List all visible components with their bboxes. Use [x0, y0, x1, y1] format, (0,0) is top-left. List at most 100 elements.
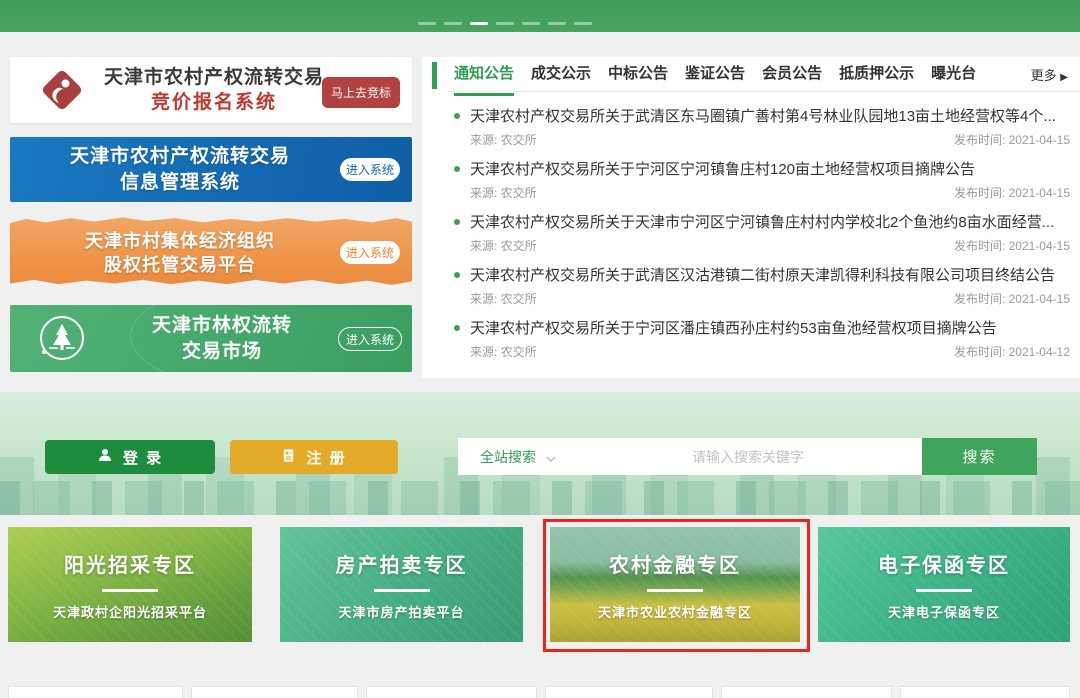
register-label: 注 册 [306, 447, 346, 468]
news-source: 来源: 农交所 [470, 343, 537, 359]
carousel-dash-3[interactable] [470, 22, 488, 25]
news-item-2: 天津农村产权交易所关于宁河区宁河镇鲁庄村120亩土地经营权项目摘牌公告来源: 农… [454, 158, 1070, 200]
news-date: 发布时间: 2021-04-15 [954, 237, 1070, 253]
news-title-link[interactable]: 天津农村产权交易所关于武清区汉沽港镇二街村原天津凯得利科技有限公司项目终结公告 [454, 264, 1070, 285]
news-date: 发布时间: 2021-04-15 [954, 184, 1070, 200]
bottom-card-placeholder[interactable] [366, 686, 537, 698]
news-meta: 来源: 农交所 发布时间: 2021-04-15 [470, 237, 1070, 253]
carousel-dash-1[interactable] [418, 22, 436, 25]
news-meta: 来源: 农交所 发布时间: 2021-04-15 [470, 290, 1070, 306]
tabs-divider [448, 91, 1080, 92]
forest-market-banner[interactable]: 天津市林权流转 交易市场 进入系统 [10, 305, 412, 372]
zone-divider [374, 589, 430, 592]
news-title: 天津农村产权交易所关于武清区东马圈镇广善村第4号林业队园地13亩土地经营权等4个… [470, 105, 1056, 126]
register-button[interactable]: 注 册 [230, 440, 398, 474]
news-title-link[interactable]: 天津农村产权交易所关于宁河区潘庄镇西孙庄村约53亩鱼池经营权项目摘牌公告 [454, 317, 1070, 338]
news-title: 天津农村产权交易所关于天津市宁河区宁河镇鲁庄村村内学校北2个鱼池约8亩水面经营.… [470, 211, 1054, 232]
carousel-dash-4[interactable] [496, 22, 514, 25]
zone-title: 房产拍卖专区 [336, 549, 468, 578]
news-title: 天津农村产权交易所关于宁河区潘庄镇西孙庄村约53亩鱼池经营权项目摘牌公告 [470, 317, 997, 338]
bottom-card-placeholder[interactable] [545, 686, 713, 698]
search-button[interactable]: 搜索 [922, 438, 1037, 475]
news-meta: 来源: 农交所 发布时间: 2021-04-12 [470, 343, 1070, 359]
zone-title: 电子保函专区 [878, 549, 1010, 578]
skyline-front [0, 481, 1080, 515]
bid-system-title: 天津市农村产权流转交易 [98, 65, 330, 90]
bid-system-subtitle: 竞价报名系统 [98, 90, 330, 115]
zone-divider [916, 589, 972, 592]
login-label: 登 录 [123, 447, 163, 468]
go-bid-button[interactable]: 马上去竞标 [322, 77, 400, 108]
news-source: 来源: 农交所 [470, 290, 537, 306]
forest-enter-button[interactable]: 进入系统 [338, 327, 402, 351]
bottom-card-placeholder[interactable] [900, 686, 1070, 698]
news-source: 来源: 农交所 [470, 237, 537, 253]
equity-line2: 股权托管交易平台 [10, 253, 350, 277]
news-date: 发布时间: 2021-04-12 [954, 343, 1070, 359]
zone-card-3[interactable]: 农村金融专区天津市农业农村金融专区 [550, 527, 800, 642]
news-item-4: 天津农村产权交易所关于武清区汉沽港镇二街村原天津凯得利科技有限公司项目终结公告来… [454, 264, 1070, 306]
news-source: 来源: 农交所 [470, 131, 537, 147]
more-link[interactable]: 更多 ▶ [1031, 65, 1068, 84]
page: 天津市农村产权流转交易 竞价报名系统 马上去竞标 天津市农村产权流转交易 信息管… [0, 0, 1080, 698]
news-date: 发布时间: 2021-04-15 [954, 290, 1070, 306]
carousel-dash-2[interactable] [444, 22, 462, 25]
bottom-card-placeholder[interactable] [191, 686, 358, 698]
news-title-link[interactable]: 天津农村产权交易所关于天津市宁河区宁河镇鲁庄村村内学校北2个鱼池约8亩水面经营.… [454, 211, 1070, 232]
info-system-line2: 信息管理系统 [10, 170, 350, 196]
search-scope-select[interactable]: 全站搜索 [458, 447, 574, 467]
bid-system-card[interactable]: 天津市农村产权流转交易 竞价报名系统 马上去竞标 [10, 57, 412, 123]
zone-card-2[interactable]: 房产拍卖专区天津市房产拍卖平台 [280, 527, 523, 642]
zone-divider [102, 589, 158, 592]
zone-card-4[interactable]: 电子保函专区天津电子保函专区 [818, 527, 1070, 642]
bullet-dot-icon [454, 272, 460, 278]
news-title: 天津农村产权交易所关于武清区汉沽港镇二街村原天津凯得利科技有限公司项目终结公告 [470, 264, 1055, 285]
bottom-partial-row [0, 686, 1080, 698]
pine-tree-icon [38, 314, 86, 362]
carousel-indicators [418, 22, 592, 25]
carousel-dash-6[interactable] [548, 22, 566, 25]
news-meta: 来源: 农交所 发布时间: 2021-04-15 [470, 131, 1070, 147]
carousel-dash-5[interactable] [522, 22, 540, 25]
search-scope-label: 全站搜索 [480, 447, 536, 467]
zone-subtitle: 天津市房产拍卖平台 [338, 602, 464, 621]
equity-enter-button[interactable]: 进入系统 [340, 241, 400, 264]
zone-title: 农村金融专区 [609, 549, 741, 578]
info-system-line1: 天津市农村产权流转交易 [10, 144, 350, 170]
news-title-link[interactable]: 天津农村产权交易所关于宁河区宁河镇鲁庄村120亩土地经营权项目摘牌公告 [454, 158, 1070, 179]
equity-line1: 天津市村集体经济组织 [10, 229, 350, 253]
top-carousel-bar [0, 0, 1080, 32]
carousel-dash-7[interactable] [574, 22, 592, 25]
info-system-banner[interactable]: 天津市农村产权流转交易 信息管理系统 进入系统 [10, 137, 412, 202]
more-arrow-icon: ▶ [1060, 72, 1068, 83]
zone-divider [647, 589, 703, 592]
login-button[interactable]: 登 录 [45, 440, 215, 474]
news-item-5: 天津农村产权交易所关于宁河区潘庄镇西孙庄村约53亩鱼池经营权项目摘牌公告来源: … [454, 317, 1070, 359]
bullet-dot-icon [454, 113, 460, 119]
news-source: 来源: 农交所 [470, 184, 537, 200]
zone-subtitle: 天津市农业农村金融专区 [598, 602, 752, 621]
equity-platform-banner[interactable]: 天津市村集体经济组织 股权托管交易平台 进入系统 [10, 216, 412, 287]
tab-accent-bar [432, 62, 437, 89]
bottom-card-placeholder[interactable] [721, 686, 892, 698]
news-item-3: 天津农村产权交易所关于天津市宁河区宁河镇鲁庄村村内学校北2个鱼池约8亩水面经营.… [454, 211, 1070, 253]
forest-line2: 交易市场 [102, 339, 342, 365]
chevron-down-icon [546, 449, 556, 465]
brand-diamond-logo-icon [38, 66, 86, 114]
search-input[interactable] [574, 449, 922, 465]
id-card-icon [281, 448, 296, 467]
search-bar: 全站搜索 [458, 438, 922, 475]
forest-line1: 天津市林权流转 [102, 313, 342, 339]
announcement-panel: 通知公告成交公示中标公告鉴证公告会员公告抵质押公示曝光台 更多 ▶ 天津农村产权… [422, 57, 1080, 378]
zone-card-1[interactable]: 阳光招采专区天津政村企阳光招采平台 [8, 527, 252, 642]
news-item-1: 天津农村产权交易所关于武清区东马圈镇广善村第4号林业队园地13亩土地经营权等4个… [454, 105, 1070, 147]
zone-subtitle: 天津电子保函专区 [888, 602, 1000, 621]
zone-subtitle: 天津政村企阳光招采平台 [53, 602, 207, 621]
bottom-card-placeholder[interactable] [8, 686, 183, 698]
bullet-dot-icon [454, 325, 460, 331]
news-title-link[interactable]: 天津农村产权交易所关于武清区东马圈镇广善村第4号林业队园地13亩土地经营权等4个… [454, 105, 1070, 126]
info-system-enter-button[interactable]: 进入系统 [340, 158, 400, 181]
news-title: 天津农村产权交易所关于宁河区宁河镇鲁庄村120亩土地经营权项目摘牌公告 [470, 158, 975, 179]
bullet-dot-icon [454, 166, 460, 172]
news-date: 发布时间: 2021-04-15 [954, 131, 1070, 147]
